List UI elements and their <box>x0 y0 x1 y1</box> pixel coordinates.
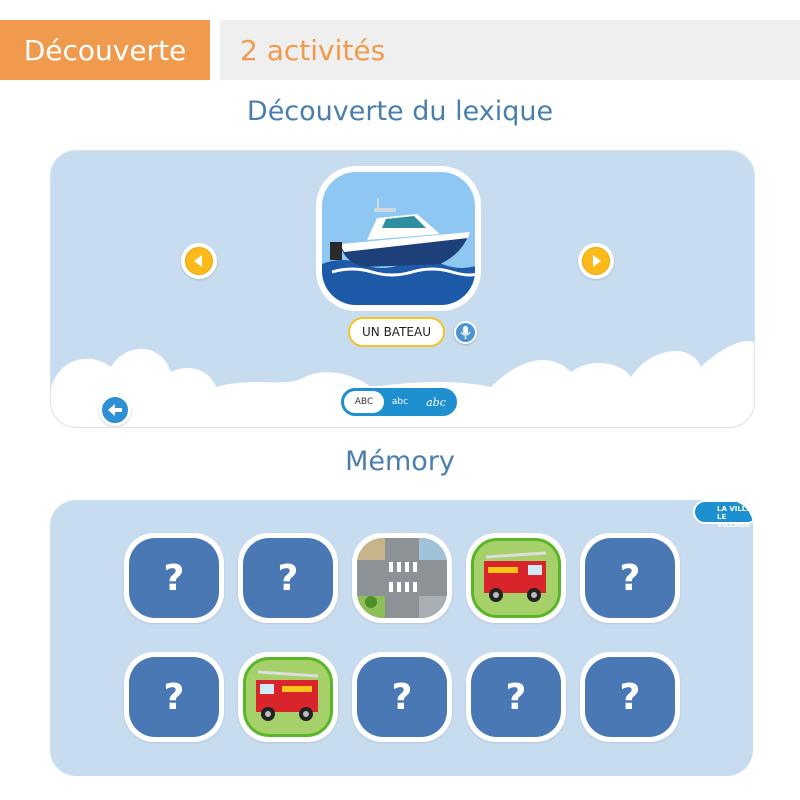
arrow-left-icon <box>194 255 202 267</box>
arrow-right-icon <box>593 255 601 267</box>
memory-card[interactable]: ? <box>352 652 452 742</box>
back-button[interactable] <box>99 394 131 426</box>
memory-title: Mémory <box>345 446 455 477</box>
memory-card[interactable]: ? <box>124 533 224 623</box>
street-crossing-image <box>357 538 447 618</box>
memory-card-revealed[interactable] <box>352 533 452 623</box>
word-image-frame <box>316 166 481 311</box>
lexicon-title: Découverte du lexique <box>246 96 554 127</box>
boat-image <box>322 198 475 305</box>
fire-truck-image <box>484 551 547 602</box>
memory-card[interactable]: ? <box>238 533 338 623</box>
memory-card[interactable]: ? <box>124 652 224 742</box>
next-button[interactable] <box>578 243 614 279</box>
level-badge-line1: LA VILLE <box>717 505 752 513</box>
lexicon-panel: UN BATEAU ABC abc abc <box>50 150 755 428</box>
microphone-icon <box>460 326 471 339</box>
memory-card[interactable]: ? <box>466 652 566 742</box>
memory-card[interactable]: ? <box>580 533 680 623</box>
fire-truck-image <box>256 670 319 721</box>
memory-card-revealed[interactable] <box>466 533 566 623</box>
level-badge[interactable]: LA VILLE LE VILLAGE <box>693 500 753 529</box>
microphone-button[interactable] <box>454 321 477 344</box>
memory-panel: LA VILLE LE VILLAGE ? ? ? ? ? ? ? <box>50 500 753 776</box>
arrow-back-icon <box>108 404 122 416</box>
memory-card[interactable]: ? <box>580 652 680 742</box>
memory-card-revealed[interactable] <box>238 652 338 742</box>
word-label: UN BATEAU <box>348 317 445 347</box>
previous-button[interactable] <box>181 243 217 279</box>
script-lowercase-option[interactable]: abc <box>383 391 417 413</box>
script-uppercase-option[interactable]: ABC <box>344 391 384 413</box>
category-tag: Découverte <box>0 20 210 80</box>
level-badge-line2: LE VILLAGE <box>717 513 750 529</box>
script-toggle: ABC abc abc <box>339 386 459 418</box>
script-cursive-option[interactable]: abc <box>417 391 455 413</box>
activity-count: 2 activités <box>220 20 800 80</box>
header: Découverte 2 activités <box>0 20 800 80</box>
